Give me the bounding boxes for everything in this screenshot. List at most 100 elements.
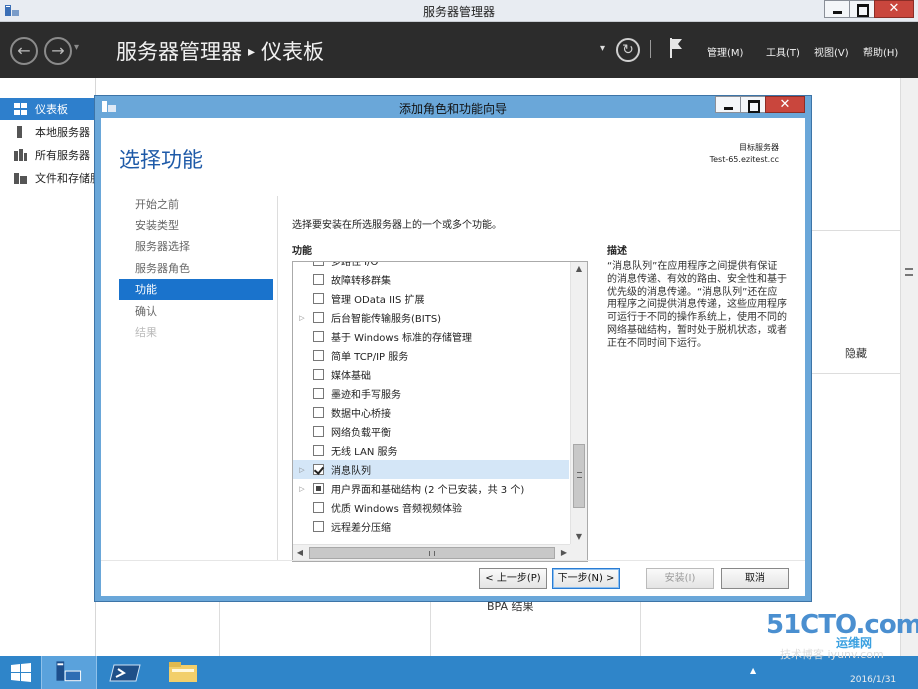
feature-row[interactable]: 故障转移群集 [293, 270, 569, 289]
feature-checkbox[interactable] [313, 350, 324, 361]
menu-tools[interactable]: 工具(T) [766, 44, 800, 59]
feature-row[interactable]: 简单 TCP/IP 服务 [293, 346, 569, 365]
window-title: 服务器管理器 [422, 5, 495, 19]
feature-row[interactable]: 无线 LAN 服务 [293, 441, 569, 460]
forward-button[interactable]: → [44, 37, 72, 65]
menu-view[interactable]: 视图(V) [814, 44, 849, 59]
watermark: 51CTO.com 技术博客 iyunv.com 运维网 [766, 610, 918, 670]
storage-icon [14, 173, 27, 184]
scroll-thumb[interactable] [573, 444, 585, 508]
menu-help[interactable]: 帮助(H) [863, 44, 898, 59]
history-dropdown-icon[interactable]: ▾ [74, 42, 79, 53]
feature-checkbox[interactable] [313, 388, 324, 399]
feature-label: 优质 Windows 音频视频体验 [331, 504, 462, 515]
feature-row[interactable]: ▷ 用户界面和基础结构 (2 个已安装，共 3 个) [293, 479, 569, 498]
feature-label: 墨迹和手写服务 [331, 390, 401, 401]
feature-row[interactable]: 优质 Windows 音频视频体验 [293, 498, 569, 517]
feature-checkbox[interactable] [313, 312, 324, 323]
sidebar: 仪表板 本地服务器 所有服务器 文件和存储服务 [0, 78, 96, 656]
hide-link[interactable]: 隐藏 [845, 345, 867, 361]
feature-checkbox[interactable] [313, 483, 324, 494]
dialog-maximize-button[interactable] [740, 96, 766, 113]
feature-row[interactable]: 网络负载平衡 [293, 422, 569, 441]
sidebar-item-label: 文件和存储服务 [35, 172, 96, 185]
watermark-sub-text: 技术博客 [780, 648, 824, 661]
feature-label: 远程差分压缩 [331, 523, 391, 534]
close-button[interactable]: ✕ [874, 0, 914, 18]
scroll-up-icon[interactable]: ▲ [571, 262, 587, 276]
dialog-close-button[interactable]: ✕ [765, 96, 805, 113]
features-list[interactable]: 多路径 I/O 故障转移群集 管理 OData IIS 扩展 ▷ 后台智能传输服务(BI… [292, 261, 588, 562]
dropdown-arrow-icon[interactable]: ▾ [600, 43, 605, 54]
taskbar-server-manager-icon[interactable] [41, 656, 97, 689]
feature-checkbox[interactable] [313, 262, 324, 266]
feature-row[interactable]: 墨迹和手写服务 [293, 384, 569, 403]
back-button[interactable]: ← [10, 37, 38, 65]
expand-arrow-icon[interactable]: ▷ [297, 485, 307, 493]
taskbar-file-explorer-icon[interactable] [156, 656, 212, 689]
step-before-you-begin[interactable]: 开始之前 [119, 194, 273, 215]
sidebar-item-file-storage[interactable]: 文件和存储服务 [0, 167, 96, 189]
expand-arrow-icon[interactable]: ▷ [297, 466, 307, 474]
feature-checkbox[interactable] [313, 445, 324, 456]
feature-checkbox[interactable] [313, 407, 324, 418]
scroll-left-icon[interactable]: ◀ [293, 545, 307, 561]
feature-row[interactable]: 多路径 I/O [293, 261, 569, 270]
steps-divider [277, 196, 278, 560]
feature-row[interactable]: 媒体基础 [293, 365, 569, 384]
taskbar-powershell-icon[interactable] [100, 656, 156, 689]
feature-checkbox[interactable] [313, 293, 324, 304]
description-heading: 描述 [607, 246, 627, 257]
feature-checkbox[interactable] [313, 274, 324, 285]
cancel-button[interactable]: 取消 [721, 568, 789, 589]
features-vertical-scrollbar[interactable]: ▲ ▼ [570, 262, 587, 544]
step-confirmation[interactable]: 确认 [119, 301, 273, 322]
feature-label: 消息队列 [331, 466, 371, 477]
step-server-roles[interactable]: 服务器角色 [119, 258, 273, 279]
feature-label: 多路径 I/O [331, 261, 379, 268]
feature-label: 数据中心桥接 [331, 409, 391, 420]
previous-button[interactable]: < 上一步(P) [479, 568, 547, 589]
sidebar-item-local-server[interactable]: 本地服务器 [0, 121, 96, 143]
next-button[interactable]: 下一步(N) > [552, 568, 620, 589]
sidebar-item-all-servers[interactable]: 所有服务器 [0, 144, 96, 166]
feature-label: 后台智能传输服务(BITS) [331, 314, 442, 325]
feature-label: 无线 LAN 服务 [331, 447, 398, 458]
feature-row[interactable]: 远程差分压缩 [293, 517, 569, 536]
maximize-button[interactable] [849, 0, 875, 18]
feature-checkbox[interactable] [313, 369, 324, 380]
page-scrollbar[interactable] [900, 78, 918, 656]
sidebar-item-label: 仪表板 [35, 103, 68, 116]
feature-row[interactable]: 管理 OData IIS 扩展 [293, 289, 569, 308]
watermark-sub2: 运维网 [836, 636, 873, 650]
features-horizontal-scrollbar[interactable]: ◀ ▶ [293, 544, 571, 561]
sidebar-item-label: 所有服务器 [35, 149, 90, 162]
feature-row[interactable]: 数据中心桥接 [293, 403, 569, 422]
notification-flag-icon[interactable] [668, 36, 684, 60]
step-features[interactable]: 功能 [119, 279, 273, 300]
feature-checkbox[interactable] [313, 502, 324, 513]
feature-checkbox[interactable] [313, 426, 324, 437]
scroll-thumb[interactable] [309, 547, 555, 559]
instruction-text: 选择要安装在所选服务器上的一个或多个功能。 [292, 220, 502, 231]
feature-checkbox[interactable] [313, 521, 324, 532]
feature-row[interactable]: ▷ 消息队列 [293, 460, 569, 479]
refresh-icon[interactable]: ↻ [616, 38, 640, 62]
breadcrumb-page: 仪表板 [261, 40, 325, 64]
dialog-minimize-button[interactable] [715, 96, 741, 113]
feature-row[interactable]: ▷ 后台智能传输服务(BITS) [293, 308, 569, 327]
scroll-down-icon[interactable]: ▼ [571, 530, 587, 544]
menu-manage[interactable]: 管理(M) [707, 44, 743, 59]
feature-checkbox[interactable] [313, 331, 324, 342]
scroll-right-icon[interactable]: ▶ [557, 545, 571, 561]
expand-arrow-icon[interactable]: ▷ [297, 314, 307, 322]
minimize-button[interactable] [824, 0, 850, 18]
feature-checkbox[interactable] [313, 464, 324, 475]
features-heading: 功能 [292, 246, 312, 257]
step-installation-type[interactable]: 安装类型 [119, 215, 273, 236]
feature-row[interactable]: 基于 Windows 标准的存储管理 [293, 327, 569, 346]
step-server-selection[interactable]: 服务器选择 [119, 236, 273, 257]
dashboard-icon [14, 103, 27, 115]
tray-expand-icon[interactable]: ▲ [750, 666, 756, 675]
sidebar-item-dashboard[interactable]: 仪表板 [0, 98, 96, 120]
